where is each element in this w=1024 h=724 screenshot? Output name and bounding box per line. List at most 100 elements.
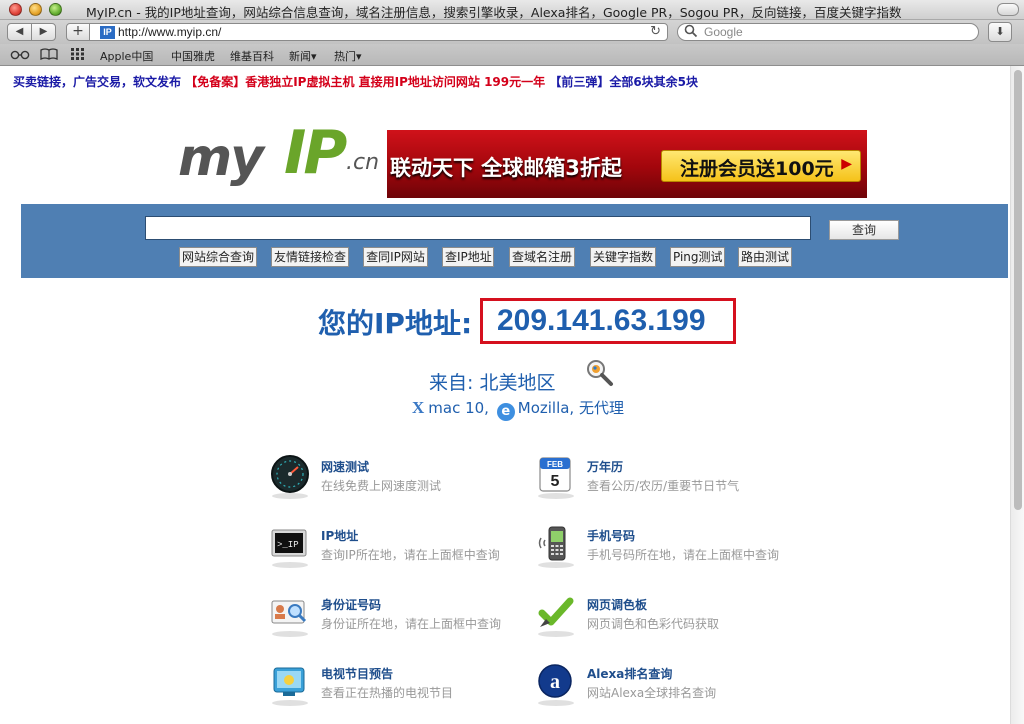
client-info: Xmac 10, e Mozilla, 无代理 <box>412 397 624 421</box>
downloads-button[interactable]: ⬇ <box>988 22 1012 42</box>
tool-site-overview[interactable]: 网站综合查询 <box>179 247 257 267</box>
top-sites-grid-icon[interactable] <box>70 47 86 64</box>
promo-link-deal[interactable]: 【前三弹】全部6块其余5块 <box>549 75 698 89</box>
tool-same-ip-sites[interactable]: 查同IP网站 <box>363 247 428 267</box>
window-title: MyIP.cn - 我的IP地址查询，网站综合信息查询，域名注册信息，搜索引擎收… <box>86 5 902 20</box>
back-button[interactable]: ◀ <box>7 23 32 41</box>
tool-friend-link-check[interactable]: 友情链接检查 <box>271 247 349 267</box>
google-search-field[interactable]: Google <box>677 23 979 41</box>
service-speed-test[interactable]: 网速测试 在线免费上网速度测试 <box>270 455 520 503</box>
promo-link-ads[interactable]: 买卖链接，广告交易，软文发布 <box>13 75 181 89</box>
banner-button-label: 注册会员送100元 <box>680 158 834 180</box>
forward-button[interactable]: ▶ <box>31 23 56 41</box>
ip-label: 您的IP地址: <box>318 307 473 340</box>
service-desc: 查看公历/农历/重要节日节气 <box>587 479 740 493</box>
service-title[interactable]: 电视节目预告 <box>321 665 393 682</box>
service-desc: 查看正在热播的电视节目 <box>321 686 454 700</box>
service-mobile-number[interactable]: 手机号码 手机号码所在地，请在上面框中查询 <box>536 524 786 572</box>
location-text[interactable]: 来自: 北美地区 <box>429 368 555 395</box>
query-input[interactable] <box>145 216 811 240</box>
browser-name[interactable]: Mozilla, <box>518 399 574 417</box>
minimize-window-button[interactable] <box>29 3 42 16</box>
logo-my-text: my <box>178 128 264 188</box>
tool-domain-whois[interactable]: 查域名注册 <box>509 247 575 267</box>
browser-toolbar: ◀ ▶ + IP http://www.myip.cn/ ↻ Google ⬇ <box>0 20 1024 44</box>
bookmark-wikipedia[interactable]: 维基百科 <box>230 48 274 64</box>
query-button[interactable]: 查询 <box>829 220 899 240</box>
site-logo[interactable]: my IP .cn <box>178 118 388 194</box>
service-ip-address[interactable]: >_IP IP地址 查询IP所在地，请在上面框中查询 <box>270 524 520 572</box>
bookmark-popular-menu[interactable]: 热门▾ <box>334 48 362 64</box>
os-version[interactable]: mac 10, <box>428 399 489 417</box>
add-bookmark-button[interactable]: + <box>66 23 90 41</box>
back-arrow-icon: ◀ <box>15 26 24 37</box>
service-desc: 查询IP所在地，请在上面框中查询 <box>321 548 500 562</box>
forward-arrow-icon: ▶ <box>39 26 48 37</box>
speedometer-icon <box>270 455 310 499</box>
google-search-placeholder: Google <box>704 25 743 39</box>
color-palette-icon <box>536 593 576 637</box>
proxy-status[interactable]: 无代理 <box>579 399 624 417</box>
service-tv-guide[interactable]: 电视节目预告 查看正在热播的电视节目 <box>270 662 520 710</box>
zoom-window-button[interactable] <box>49 3 62 16</box>
svg-text:FEB: FEB <box>547 460 563 469</box>
toolbar-toggle-button[interactable] <box>997 3 1019 16</box>
plus-icon: + <box>72 23 84 39</box>
bookmark-apple[interactable]: Apple中国 <box>100 48 153 64</box>
download-arrow-icon: ⬇ <box>995 25 1005 38</box>
ip-address-value: 209.141.63.199 <box>497 304 706 337</box>
logo-cn-text: .cn <box>346 150 380 175</box>
arrow-right-icon: ▶ <box>841 156 852 172</box>
bookmark-yahoo[interactable]: 中国雅虎 <box>171 48 215 64</box>
service-title[interactable]: 手机号码 <box>587 527 635 544</box>
address-url[interactable]: http://www.myip.cn/ <box>118 25 221 39</box>
magnifier-icon <box>684 24 698 41</box>
promo-links: 买卖链接，广告交易，软文发布 【免备案】香港独立IP虚拟主机 直接用IP地址访问… <box>13 73 698 90</box>
service-title[interactable]: 网页调色板 <box>587 596 647 613</box>
banner-register-button[interactable]: 注册会员送100元 ▶ <box>661 150 861 182</box>
bookmarks-bar: Apple中国 中国雅虎 维基百科 新闻▾ 热门▾ <box>0 44 1024 66</box>
tv-icon <box>270 662 310 706</box>
bookmark-news-menu[interactable]: 新闻▾ <box>289 48 317 64</box>
service-title[interactable]: 身份证号码 <box>321 596 381 613</box>
service-desc: 身份证所在地，请在上面框中查询 <box>321 617 502 631</box>
map-magnifier-icon[interactable] <box>585 358 615 388</box>
tool-traceroute[interactable]: 路由测试 <box>738 247 792 267</box>
mobile-phone-icon <box>536 524 576 568</box>
service-calendar[interactable]: FEB 5 万年历 查看公历/农历/重要节日节气 <box>536 455 786 503</box>
window-titlebar: MyIP.cn - 我的IP地址查询，网站综合信息查询，域名注册信息，搜索引擎收… <box>0 0 1024 20</box>
tool-ip-lookup[interactable]: 查IP地址 <box>442 247 494 267</box>
service-title[interactable]: 万年历 <box>587 458 623 475</box>
tool-ping-test[interactable]: Ping测试 <box>670 247 725 267</box>
svg-text:>_IP: >_IP <box>277 540 299 550</box>
banner-ad-text: 联动天下 全球邮箱3折起 <box>390 156 622 180</box>
service-title[interactable]: 网速测试 <box>321 458 369 475</box>
service-desc: 在线免费上网速度测试 <box>321 479 442 493</box>
terminal-icon: >_IP <box>270 524 310 568</box>
svg-text:a: a <box>550 671 560 693</box>
reading-glasses-icon[interactable] <box>10 47 30 64</box>
calendar-icon: FEB 5 <box>536 455 576 499</box>
tool-keyword-index[interactable]: 关键字指数 <box>590 247 656 267</box>
mac-os-x-icon: X <box>412 398 425 417</box>
service-desc: 手机号码所在地，请在上面框中查询 <box>587 548 780 562</box>
alexa-icon: a <box>536 662 576 706</box>
service-title[interactable]: Alexa排名查询 <box>587 665 672 682</box>
service-id-card[interactable]: 身份证号码 身份证所在地，请在上面框中查询 <box>270 593 520 641</box>
close-window-button[interactable] <box>9 3 22 16</box>
banner-ad[interactable]: 联动天下 全球邮箱3折起 注册会员送100元 ▶ <box>387 130 867 198</box>
page-scrollbar[interactable] <box>1010 66 1024 724</box>
scrollbar-thumb[interactable] <box>1014 70 1022 510</box>
service-title[interactable]: IP地址 <box>321 527 358 544</box>
logo-ip-text: IP <box>284 118 347 188</box>
id-card-icon <box>270 593 310 637</box>
svg-text:5: 5 <box>551 473 560 490</box>
service-color-palette[interactable]: 网页调色板 网页调色和色彩代码获取 <box>536 593 786 641</box>
open-book-icon[interactable] <box>40 47 58 64</box>
promo-link-hosting[interactable]: 【免备案】香港独立IP虚拟主机 直接用IP地址访问网站 199元一年 <box>185 75 545 89</box>
service-alexa-rank[interactable]: a Alexa排名查询 网站Alexa全球排名查询 <box>536 662 786 710</box>
address-bar[interactable]: IP http://www.myip.cn/ ↻ <box>89 23 668 41</box>
site-favicon-icon: IP <box>100 26 115 39</box>
reload-icon[interactable]: ↻ <box>650 24 661 39</box>
search-panel: 查询 网站综合查询 友情链接检查 查同IP网站 查IP地址 查域名注册 关键字指… <box>21 204 1008 278</box>
